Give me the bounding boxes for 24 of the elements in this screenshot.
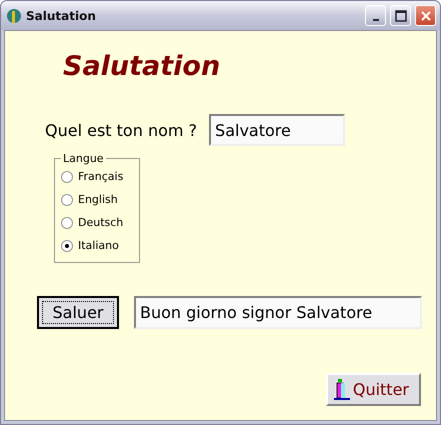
radio-button[interactable] xyxy=(61,194,73,206)
language-radio[interactable]: English xyxy=(61,188,139,211)
name-field[interactable]: Salvatore xyxy=(209,114,346,146)
group-title: Langue xyxy=(62,152,105,165)
name-label: Quel est ton nom ? xyxy=(45,120,198,140)
heading: Salutation xyxy=(63,51,220,82)
language-radio[interactable]: Français xyxy=(61,165,139,188)
maximize-button[interactable] xyxy=(390,5,411,26)
greeting-field[interactable]: Buon giorno signor Salvatore xyxy=(134,296,422,329)
language-radio[interactable]: Deutsch xyxy=(61,211,139,234)
quit-button[interactable]: Quitter xyxy=(326,373,421,406)
radio-button[interactable] xyxy=(61,216,73,228)
app-icon xyxy=(6,8,22,24)
door-icon xyxy=(334,378,350,400)
language-radio[interactable]: Italiano xyxy=(61,234,139,257)
minimize-icon xyxy=(372,18,378,20)
window-title: Salutation xyxy=(26,8,97,22)
minimize-button[interactable] xyxy=(365,5,386,26)
close-button[interactable] xyxy=(415,5,436,26)
greet-button[interactable]: Saluer xyxy=(37,296,119,329)
radio-button[interactable] xyxy=(61,170,73,182)
radio-button[interactable] xyxy=(61,240,73,252)
close-icon xyxy=(420,10,432,22)
maximize-icon xyxy=(394,10,406,22)
